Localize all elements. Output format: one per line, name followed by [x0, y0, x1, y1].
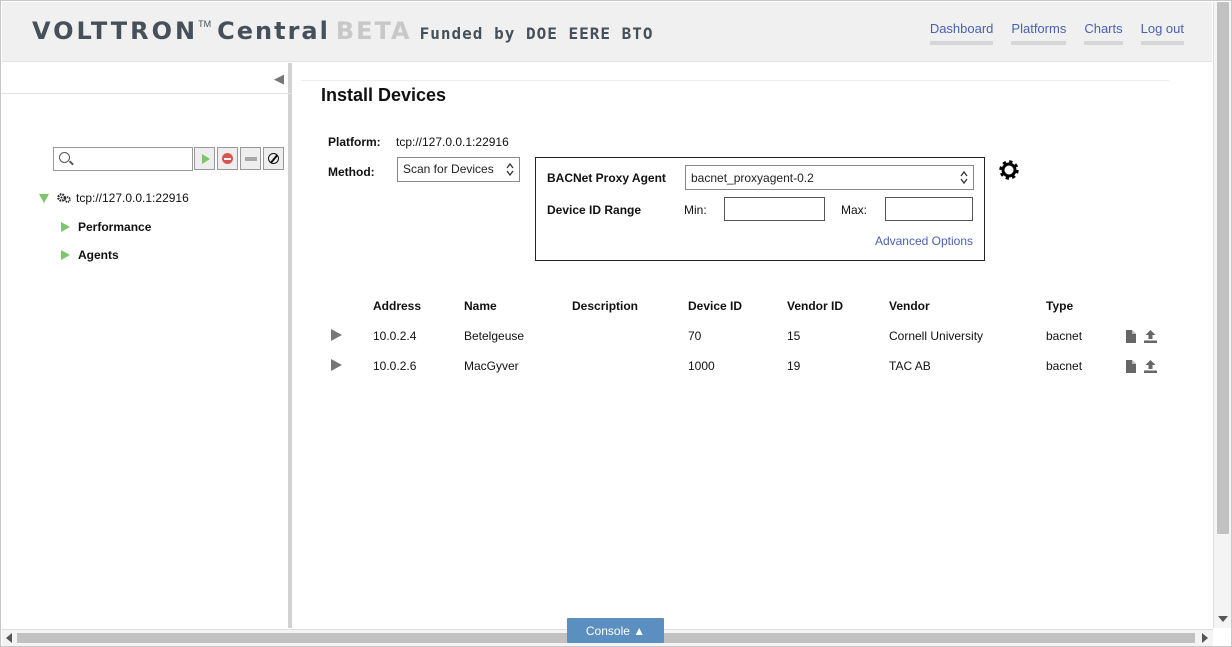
tree-label-platform: tcp://127.0.0.1:22916: [76, 191, 189, 205]
sidebar-divider: [2, 93, 292, 94]
vertical-scroll-thumb[interactable]: [1217, 2, 1229, 534]
expand-row-icon[interactable]: [331, 359, 342, 371]
tree-item-agents[interactable]: Agents: [61, 248, 119, 262]
tree-item-performance[interactable]: Performance: [61, 220, 151, 234]
method-label: Method:: [328, 165, 375, 179]
col-header-vendor-id: Vendor ID: [787, 299, 844, 313]
min-label: Min:: [684, 203, 707, 217]
gear-icon[interactable]: [998, 159, 1020, 181]
scroll-right-icon[interactable]: [1202, 633, 1208, 643]
filter-running-button[interactable]: [194, 147, 215, 170]
filter-stopped-button[interactable]: [217, 147, 238, 170]
cell-type: bacnet: [1046, 329, 1083, 343]
table-row: 10.0.2.4 Betelgeuse 70 15 Cornell Univer…: [321, 322, 1171, 350]
cell-vendor-id: 19: [787, 359, 801, 373]
brand-beta: BETA: [335, 17, 412, 45]
cell-vendor: Cornell University: [889, 329, 984, 343]
platform-value: tcp://127.0.0.1:22916: [396, 135, 509, 149]
clear-icon: [268, 153, 279, 164]
bacnet-options-panel: BACNet Proxy Agent bacnet_proxyagent-0.2…: [535, 157, 985, 261]
proxy-agent-label: BACNet Proxy Agent: [547, 171, 666, 185]
col-header-device-id: Device ID: [688, 299, 743, 313]
expand-right-icon[interactable]: [61, 250, 70, 260]
file-icon[interactable]: [1126, 360, 1136, 373]
filter-unknown-button[interactable]: [240, 147, 261, 170]
col-header-vendor: Vendor: [889, 299, 930, 313]
table-row: 10.0.2.6 MacGyver 1000 19 TAC AB bacnet: [321, 352, 1171, 380]
filter-box: [53, 147, 193, 171]
proxy-agent-select-value: bacnet_proxyagent-0.2: [691, 171, 814, 185]
nav-dashboard[interactable]: Dashboard: [929, 21, 994, 45]
expand-right-icon[interactable]: [61, 222, 70, 232]
sidebar: ◀ tcp://127.0.0.1:22916 Performance Agen…: [2, 63, 292, 628]
cell-vendor-id: 15: [787, 329, 801, 343]
main-content: Install Devices Platform: tcp://127.0.0.…: [296, 63, 1212, 628]
search-icon: [59, 152, 70, 163]
clear-filter-button[interactable]: [263, 147, 284, 170]
expand-down-icon[interactable]: [39, 193, 49, 203]
cell-name: Betelgeuse: [464, 329, 525, 343]
tree-item-platform[interactable]: tcp://127.0.0.1:22916: [39, 191, 189, 205]
main-divider: [301, 80, 1169, 81]
cell-address: 10.0.2.6: [373, 359, 417, 373]
brand-volttron: VOLTTRON: [32, 17, 199, 45]
cell-device-id: 1000: [688, 359, 715, 373]
updown-chevron-icon: [506, 162, 514, 177]
col-header-address: Address: [373, 299, 422, 313]
tree-label-performance: Performance: [78, 220, 152, 234]
cell-type: bacnet: [1046, 359, 1083, 373]
console-toggle-button[interactable]: Console ▲: [567, 618, 664, 643]
page-title: Install Devices: [321, 85, 447, 105]
expand-row-icon[interactable]: [331, 329, 342, 341]
col-header-name: Name: [464, 299, 497, 313]
min-input[interactable]: [724, 197, 825, 221]
nav-platforms[interactable]: Platforms: [1011, 21, 1067, 45]
brand-tm: TM: [198, 19, 212, 29]
app-window: VOLTTRONTM Central BETA Funded by DOE EERE …: [0, 0, 1232, 647]
upload-icon[interactable]: [1144, 360, 1157, 373]
upload-icon[interactable]: [1144, 330, 1157, 343]
method-select-value: Scan for Devices: [403, 162, 494, 176]
brand-funded: Funded by DOE EERE BTO: [419, 24, 654, 43]
cell-address: 10.0.2.4: [373, 329, 417, 343]
nav-logout[interactable]: Log out: [1140, 21, 1184, 45]
updown-chevron-icon: [960, 170, 968, 185]
cell-name: MacGyver: [464, 359, 519, 373]
header-bar: VOLTTRONTM Central BETA Funded by DOE EERE …: [2, 2, 1212, 62]
brand-central: Central: [217, 17, 330, 45]
file-icon[interactable]: [1126, 330, 1136, 343]
scroll-down-icon[interactable]: [1218, 616, 1228, 622]
max-label: Max:: [841, 203, 868, 217]
minus-icon: [244, 156, 257, 161]
stop-icon: [222, 153, 233, 164]
cell-device-id: 70: [688, 329, 702, 343]
platform-label: Platform:: [328, 135, 381, 149]
max-input[interactable]: [885, 197, 973, 221]
gears-icon: [57, 193, 71, 203]
col-header-type: Type: [1046, 299, 1074, 313]
proxy-agent-select[interactable]: bacnet_proxyagent-0.2: [685, 165, 974, 190]
col-header-description: Description: [572, 299, 639, 313]
nav-charts[interactable]: Charts: [1084, 21, 1123, 45]
device-id-range-label: Device ID Range: [547, 203, 642, 217]
advanced-options-link[interactable]: Advanced Options: [875, 234, 973, 248]
cell-vendor: TAC AB: [889, 359, 931, 373]
collapse-sidebar-icon[interactable]: ◀: [274, 71, 284, 87]
vertical-scrollbar[interactable]: [1213, 2, 1231, 628]
tree-label-agents: Agents: [78, 248, 119, 262]
filter-input[interactable]: [74, 150, 189, 168]
scroll-left-icon[interactable]: [6, 633, 12, 643]
top-nav: Dashboard Platforms Charts Log out: [929, 21, 1184, 45]
method-select[interactable]: Scan for Devices: [397, 157, 520, 182]
brand-logo: VOLTTRONTM Central BETA Funded by DOE EERE …: [32, 17, 654, 45]
play-icon: [201, 153, 210, 164]
